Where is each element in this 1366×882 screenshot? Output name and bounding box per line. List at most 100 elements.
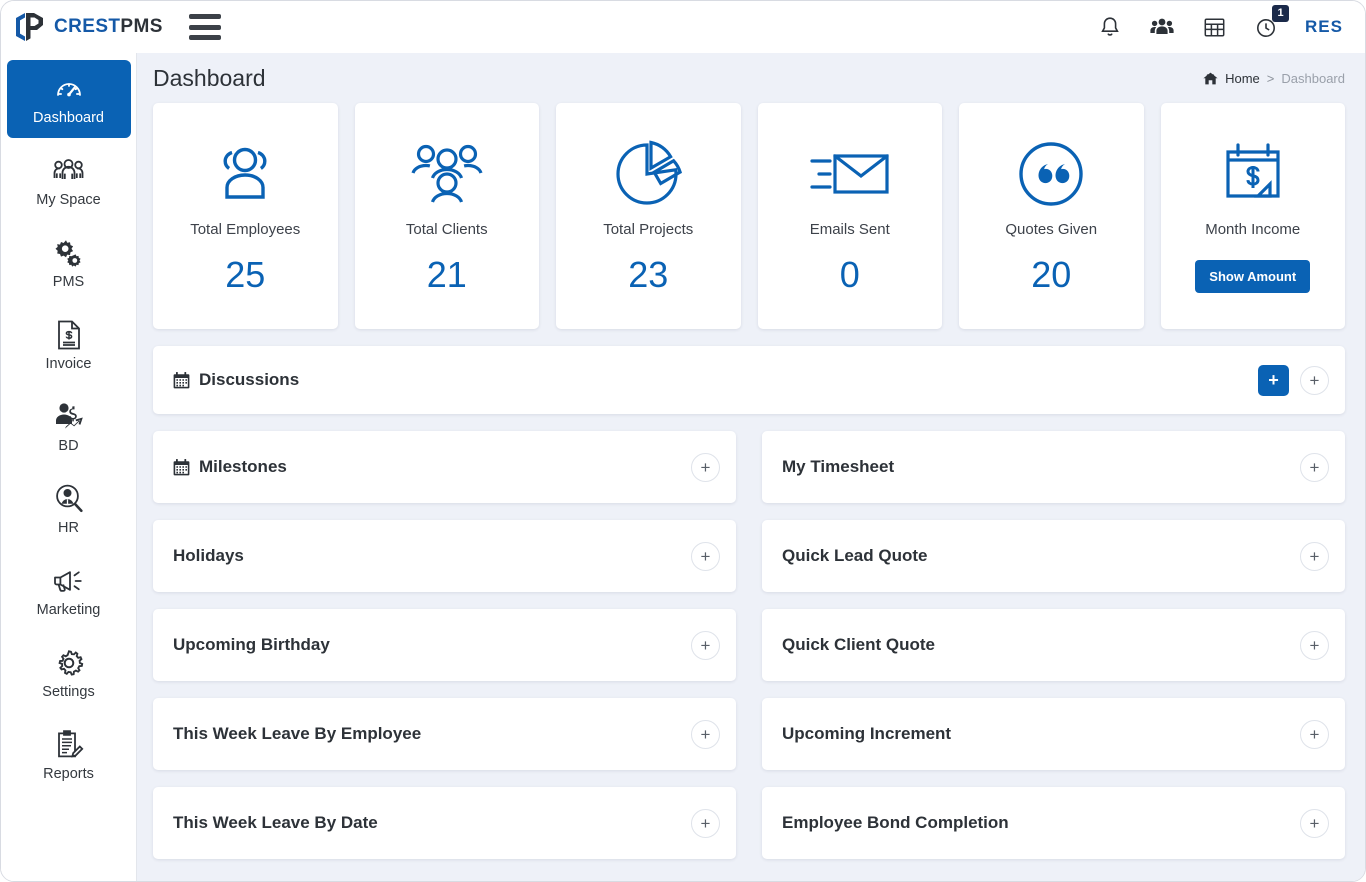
- sidebar-item-dashboard[interactable]: Dashboard: [6, 60, 131, 138]
- plus-glyph: +: [1309, 724, 1320, 744]
- sidebar-item-pms[interactable]: PMS: [7, 224, 131, 302]
- team-icon[interactable]: [1149, 14, 1175, 40]
- panels-area: Discussions + + Milestones + Holidays + …: [137, 329, 1365, 859]
- panel-holidays[interactable]: Holidays +: [153, 520, 736, 592]
- panels-left-column: Milestones + Holidays + Upcoming Birthda…: [153, 431, 736, 859]
- user-initials[interactable]: RES: [1305, 17, 1343, 37]
- panel-expand-button[interactable]: +: [691, 541, 720, 571]
- speedometer-icon: [52, 72, 86, 106]
- stat-value: 21: [426, 254, 467, 295]
- calendar-icon: [173, 458, 190, 476]
- stat-value: 23: [628, 254, 669, 295]
- employees-icon: [210, 133, 280, 215]
- plus-glyph: +: [1309, 370, 1320, 390]
- plus-glyph: +: [1309, 457, 1320, 477]
- notifications-icon[interactable]: [1097, 14, 1123, 40]
- stat-value: 0: [839, 254, 860, 295]
- plus-glyph: +: [700, 457, 711, 477]
- panel-title-text: Holidays: [173, 546, 244, 565]
- stat-label: Emails Sent: [809, 221, 890, 238]
- sidebar-item-invoice[interactable]: Invoice: [7, 306, 131, 384]
- business-development-icon: [52, 400, 86, 434]
- panel-title-row: Holidays: [173, 546, 244, 566]
- panel-title-text: Milestones: [199, 457, 287, 476]
- panels-right-column: My Timesheet + Quick Lead Quote + Quick …: [762, 431, 1345, 859]
- panel-milestones[interactable]: Milestones +: [153, 431, 736, 503]
- panel-this-week-leave-by-date[interactable]: This Week Leave By Date +: [153, 787, 736, 859]
- panel-actions: +: [1300, 452, 1329, 482]
- clients-icon: [409, 133, 485, 215]
- plus-glyph: +: [1309, 546, 1320, 566]
- panel-this-week-leave-by-employee[interactable]: This Week Leave By Employee +: [153, 698, 736, 770]
- stats-row: Total Employees 25 Total Clients 21 Tota…: [137, 103, 1365, 329]
- sidebar-item-marketing[interactable]: Marketing: [7, 552, 131, 630]
- brand-name-crest: CREST: [54, 16, 121, 37]
- panels-two-column: Milestones + Holidays + Upcoming Birthda…: [153, 431, 1345, 859]
- panel-upcoming-increment[interactable]: Upcoming Increment +: [762, 698, 1345, 770]
- page-title: Dashboard: [153, 64, 266, 91]
- panel-expand-button[interactable]: +: [691, 452, 720, 482]
- sidebar-label: Dashboard: [33, 110, 104, 127]
- stat-card-emails-sent[interactable]: Emails Sent 0: [757, 103, 942, 329]
- crestpms-logo-icon: [16, 13, 43, 41]
- stat-card-month-income[interactable]: Month Income Show Amount: [1160, 103, 1345, 329]
- sidebar-item-reports[interactable]: Reports: [7, 716, 131, 794]
- stat-card-total-projects[interactable]: Total Projects 23: [556, 103, 741, 329]
- panel-expand-button[interactable]: +: [1300, 630, 1329, 660]
- app-window: CREST PMS 1 RES Dashboard My Space PMS In…: [0, 0, 1366, 882]
- panel-expand-button[interactable]: +: [691, 630, 720, 660]
- panel-my-timesheet[interactable]: My Timesheet +: [762, 431, 1345, 503]
- brand-logo[interactable]: CRESTPMS: [13, 11, 163, 43]
- people-group-icon: [52, 154, 86, 188]
- sidebar-item-settings[interactable]: Settings: [7, 634, 131, 712]
- show-amount-button[interactable]: Show Amount: [1195, 260, 1311, 293]
- panel-actions: +: [691, 630, 720, 660]
- hamburger-menu-icon[interactable]: [188, 14, 221, 40]
- panel-title-row: This Week Leave By Date: [173, 813, 378, 833]
- sidebar-item-my-space[interactable]: My Space: [7, 142, 131, 220]
- panel-quick-client-quote[interactable]: Quick Client Quote +: [762, 609, 1345, 681]
- panel-expand-button[interactable]: +: [691, 719, 720, 749]
- panel-expand-button[interactable]: +: [691, 808, 720, 838]
- panel-title-text: Employee Bond Completion: [782, 813, 1009, 832]
- stat-value: 20: [1031, 254, 1072, 295]
- breadcrumb-current: Dashboard: [1281, 70, 1345, 86]
- sidebar-item-hr[interactable]: HR: [7, 470, 131, 548]
- grid-icon[interactable]: [1201, 14, 1227, 40]
- plus-glyph: +: [1309, 635, 1320, 655]
- panel-expand-button[interactable]: +: [1300, 541, 1329, 571]
- stat-label: Total Employees: [190, 221, 301, 238]
- panel-title-row: This Week Leave By Employee: [173, 724, 421, 744]
- gears-icon: [52, 236, 86, 270]
- panel-title-text: Upcoming Birthday: [173, 635, 330, 654]
- stat-card-total-clients[interactable]: Total Clients 21: [354, 103, 539, 329]
- plus-glyph: +: [700, 813, 711, 833]
- discussions-expand-button[interactable]: +: [1300, 365, 1329, 395]
- breadcrumb: Home > Dashboard: [1203, 71, 1345, 86]
- discussions-add-button[interactable]: +: [1258, 364, 1289, 396]
- panel-title-row: Employee Bond Completion: [782, 813, 1009, 833]
- invoice-document-icon: [52, 318, 86, 352]
- stat-card-total-employees[interactable]: Total Employees 25: [153, 103, 338, 329]
- panel-upcoming-birthday[interactable]: Upcoming Birthday +: [153, 609, 736, 681]
- panel-actions: +: [691, 808, 720, 838]
- sidebar-label: Reports: [43, 766, 94, 783]
- stat-value: 25: [225, 254, 266, 295]
- home-icon: [1203, 72, 1218, 85]
- panel-title-row: Milestones: [173, 457, 287, 477]
- panel-quick-lead-quote[interactable]: Quick Lead Quote +: [762, 520, 1345, 592]
- panel-expand-button[interactable]: +: [1300, 452, 1329, 482]
- panel-expand-button[interactable]: +: [1300, 808, 1329, 838]
- panel-employee-bond-completion[interactable]: Employee Bond Completion +: [762, 787, 1345, 859]
- breadcrumb-home[interactable]: Home: [1225, 71, 1260, 86]
- sidebar-label: PMS: [52, 274, 85, 291]
- panel-title-text: Upcoming Increment: [782, 724, 952, 743]
- timer-icon[interactable]: 1: [1253, 5, 1290, 40]
- clipboard-edit-icon: [52, 728, 86, 762]
- panel-expand-button[interactable]: +: [1300, 719, 1329, 749]
- sidebar-item-bd[interactable]: BD: [7, 388, 131, 466]
- panel-discussions[interactable]: Discussions + +: [153, 346, 1345, 414]
- plus-glyph: +: [1268, 370, 1279, 390]
- panel-actions: +: [1300, 808, 1329, 838]
- stat-card-quotes-given[interactable]: Quotes Given 20: [959, 103, 1144, 329]
